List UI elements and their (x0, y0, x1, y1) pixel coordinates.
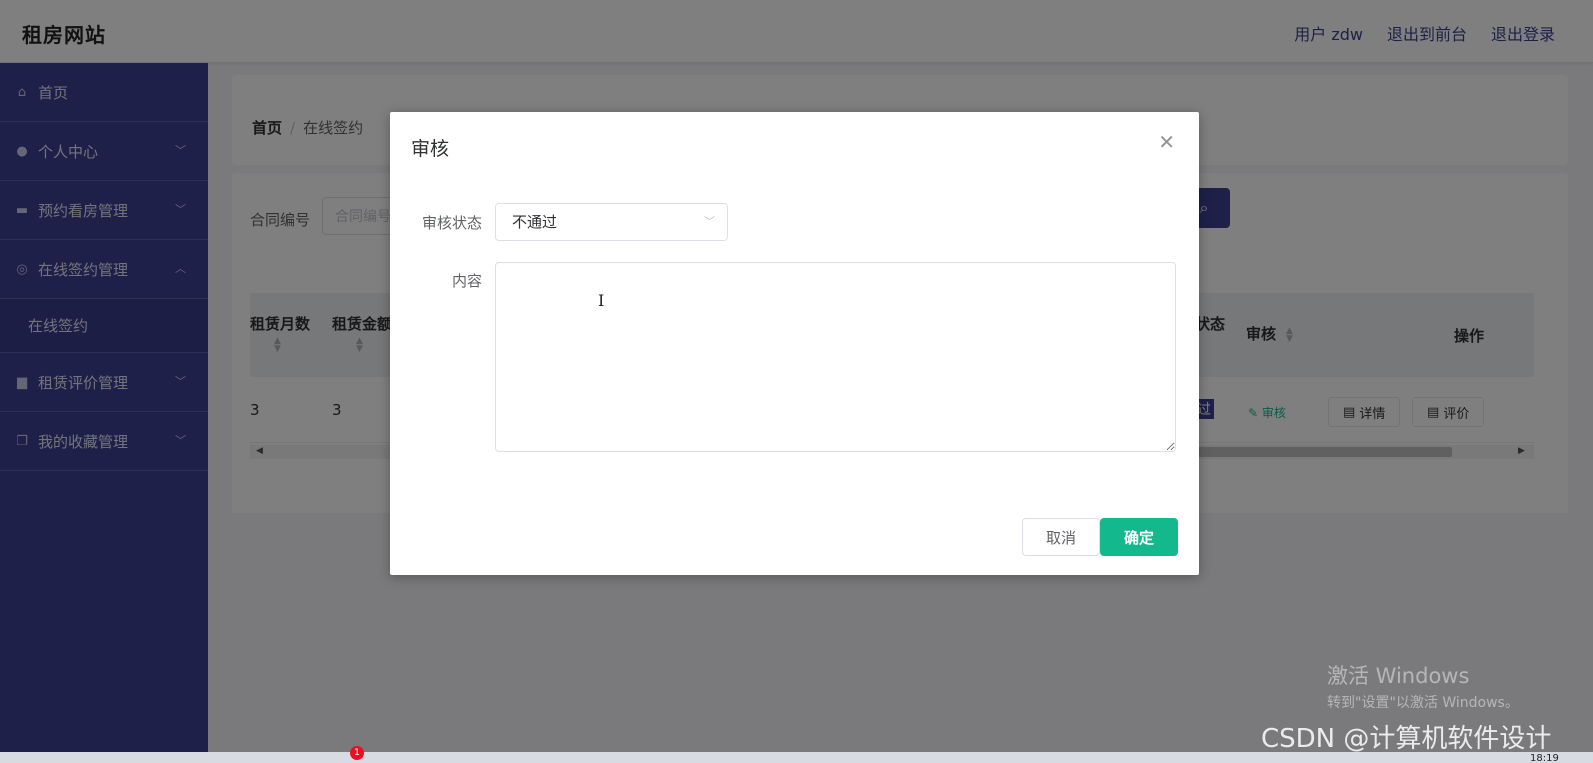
audit-status-label: 审核状态 (421, 214, 482, 232)
os-taskbar (0, 752, 1593, 763)
windows-activation-watermark: 激活 Windows 转到"设置"以激活 Windows。 (1327, 660, 1519, 712)
text-cursor-icon: I (598, 291, 605, 310)
cancel-button[interactable]: 取消 (1022, 518, 1100, 556)
close-icon[interactable]: ✕ (1158, 130, 1175, 154)
audit-status-value: 不通过 (512, 213, 558, 231)
taskbar-clock: 18:19 (1530, 753, 1559, 763)
activation-title: 激活 Windows (1327, 664, 1470, 688)
audit-status-select[interactable]: 不通过 ﹀ (495, 203, 728, 241)
chevron-down-icon: ﹀ (704, 215, 715, 228)
csdn-watermark: CSDN @计算机软件设计 (1261, 724, 1552, 754)
confirm-button[interactable]: 确定 (1100, 518, 1178, 556)
audit-dialog: 审核 ✕ 审核状态 不通过 ﹀ 内容 I 取消 确定 (390, 112, 1199, 575)
dialog-title: 审核 (411, 138, 450, 160)
notification-badge: 1 (350, 746, 364, 760)
activation-subtitle: 转到"设置"以激活 Windows。 (1327, 695, 1519, 711)
content-label: 内容 (451, 272, 482, 290)
